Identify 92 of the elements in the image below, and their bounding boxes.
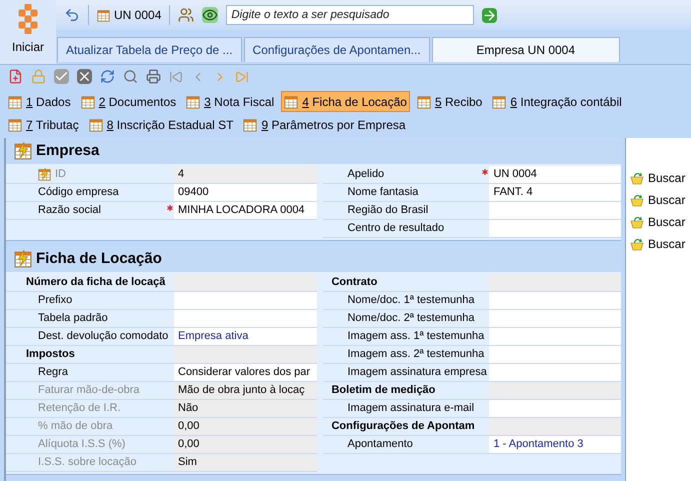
field-label: Regra <box>38 365 68 380</box>
first-icon[interactable] <box>169 70 183 84</box>
table-icon <box>80 94 95 108</box>
input-field[interactable] <box>489 346 621 363</box>
field-label: Tabela padrão <box>38 311 108 326</box>
field-label: I.S.S. sobre locação <box>38 455 136 470</box>
section-tab[interactable]: 1 Dados <box>5 91 74 112</box>
field-label: Prefixo <box>38 293 72 308</box>
search-action[interactable]: Buscar <box>630 234 691 253</box>
group-label: Configurações de Apontam <box>331 419 475 434</box>
folder-arrow-icon <box>630 192 644 206</box>
undo-icon[interactable] <box>64 7 80 23</box>
input-field[interactable] <box>489 220 621 237</box>
section-tab[interactable]: 3 Nota Fiscal <box>183 91 278 112</box>
section-tab[interactable]: 2 Documentos <box>78 91 180 112</box>
group-label: Boletim de medição <box>331 383 436 398</box>
input-field[interactable] <box>489 328 621 345</box>
field-label: Alíquota I.S.S (%) <box>38 437 126 452</box>
input-field[interactable]: MINHA LOCADORA 0004 <box>174 202 318 219</box>
refresh-icon[interactable] <box>100 69 115 84</box>
input-field[interactable] <box>489 202 621 219</box>
input-field[interactable] <box>489 364 621 381</box>
search-action[interactable]: Buscar <box>630 168 691 187</box>
search-field[interactable]: Digite o texto a ser pesquisado <box>226 5 474 25</box>
print-icon[interactable] <box>146 69 161 84</box>
document-tab[interactable]: Atualizar Tabela de Preço de ... <box>57 37 242 62</box>
record-button[interactable]: UN 0004 <box>97 6 162 24</box>
field-label: Retenção de I.R. <box>38 401 121 416</box>
group-label: Número da ficha de locaçã <box>26 275 166 290</box>
new-record-icon[interactable] <box>8 69 23 84</box>
section-title: Empresa <box>36 140 100 161</box>
field-label: Dest. devolução comodato <box>38 329 168 344</box>
table-icon <box>8 94 22 108</box>
users-icon[interactable] <box>178 7 194 23</box>
field-label: Imagem assinatura empresa <box>347 365 487 380</box>
folder-arrow-icon <box>630 214 644 228</box>
input-field[interactable] <box>174 310 318 327</box>
input-field[interactable] <box>489 400 621 417</box>
field-label: % mão de obra <box>38 419 113 434</box>
cancel-icon[interactable] <box>77 69 92 84</box>
confirm-icon[interactable] <box>54 69 69 84</box>
input-field[interactable]: Empresa ativa <box>174 328 318 345</box>
section-tab[interactable]: 4 Ficha de Locação <box>281 91 410 112</box>
field-label: Código empresa <box>38 185 119 200</box>
group-label: Impostos <box>26 347 75 362</box>
table-icon <box>186 94 200 108</box>
last-icon[interactable] <box>235 70 249 84</box>
section-tab[interactable]: 5 Recibo <box>414 91 486 112</box>
input-field[interactable]: 1 - Apontamento 3 <box>489 436 621 453</box>
section-icon <box>14 142 32 160</box>
field-label: Faturar mão-de-obra <box>38 383 140 398</box>
table-icon <box>416 94 431 108</box>
document-tab[interactable]: Empresa UN 0004 <box>432 37 620 62</box>
input-field[interactable]: FANT. 4 <box>489 184 621 201</box>
folder-arrow-icon <box>630 236 644 250</box>
input-field[interactable]: 09400 <box>174 184 318 201</box>
field-label: Apelido <box>347 167 384 182</box>
search-action[interactable]: Buscar <box>630 212 691 231</box>
go-arrow-icon[interactable] <box>482 8 498 22</box>
start-button[interactable]: Iniciar <box>0 0 56 64</box>
field-label: Centro de resultado <box>347 221 444 236</box>
field-label: Imagem ass. 2ª testemunha <box>347 347 484 362</box>
field-label: Imagem ass. 1ª testemunha <box>347 329 484 344</box>
input-field[interactable] <box>174 292 318 309</box>
section-icon <box>14 250 32 268</box>
field-label: Nome/doc. 1ª testemunha <box>347 293 474 308</box>
table-icon <box>8 118 22 132</box>
table-icon <box>243 118 258 132</box>
field-label: Região do Brasil <box>347 203 428 218</box>
input-field[interactable]: UN 0004 <box>489 166 621 183</box>
section-title: Ficha de Locação <box>36 248 162 269</box>
table-icon <box>88 118 103 132</box>
field-label: Apontamento <box>347 437 413 452</box>
field-label: Nome/doc. 2ª testemunha <box>347 311 474 326</box>
folder-arrow-icon <box>630 170 644 184</box>
section-tab[interactable]: 6 Integração contábil <box>489 91 625 112</box>
grid-icon <box>97 8 110 22</box>
field-label: ID <box>55 167 66 182</box>
search-action[interactable]: Buscar <box>630 190 691 209</box>
field-label: Nome fantasia <box>347 185 418 200</box>
table-icon <box>284 94 298 108</box>
group-label: Contrato <box>331 275 378 290</box>
preview-icon[interactable] <box>123 69 138 84</box>
eye-icon[interactable] <box>202 7 218 23</box>
input-field[interactable] <box>489 310 621 327</box>
table-icon <box>492 94 506 108</box>
document-tab[interactable]: Configurações de Apontamen... <box>244 37 430 62</box>
field-label: Imagem assinatura e-mail <box>347 401 474 416</box>
field-label: Razão social <box>38 203 101 218</box>
input-field[interactable]: Considerar valores dos par <box>174 364 318 381</box>
input-field[interactable] <box>489 292 621 309</box>
lock-icon[interactable] <box>31 69 46 84</box>
